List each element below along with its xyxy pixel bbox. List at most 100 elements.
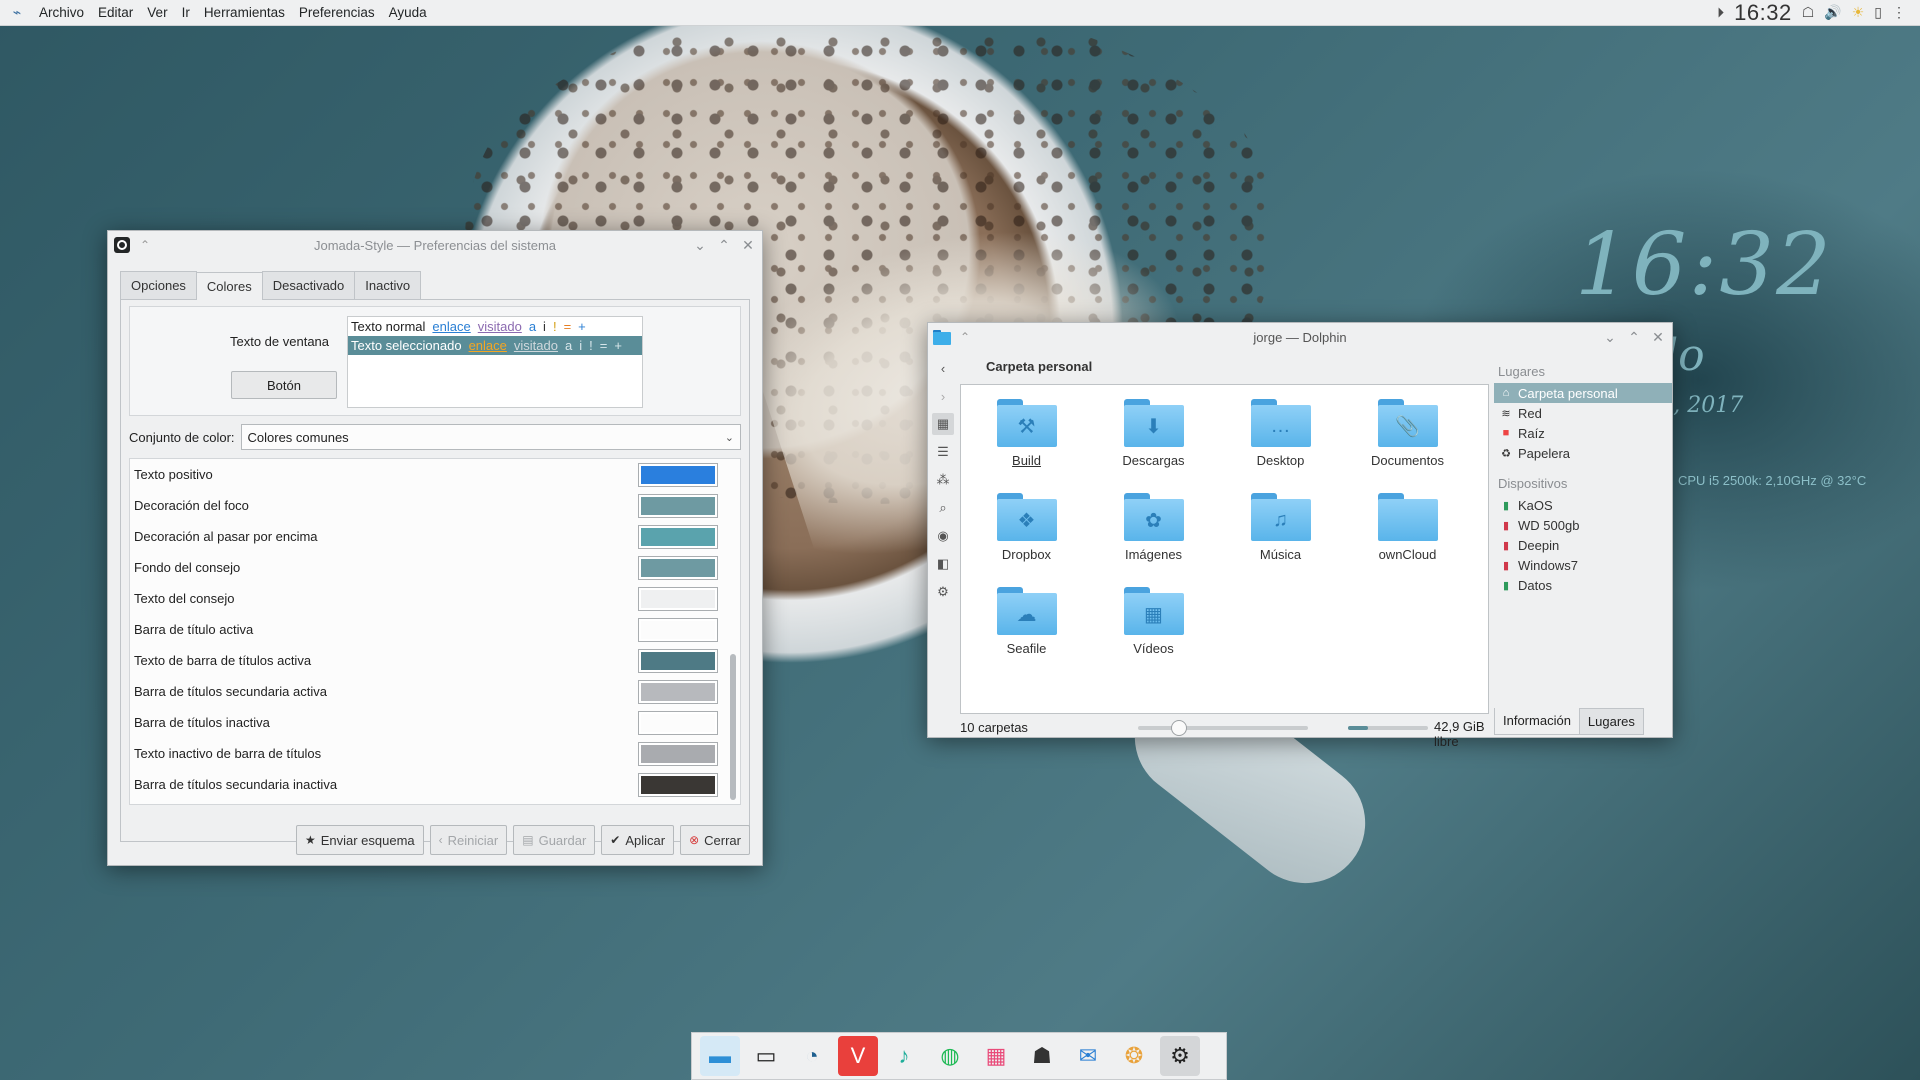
folder-item[interactable]: ⚒ Build <box>963 395 1090 489</box>
color-row-label: Texto del consejo <box>134 591 235 606</box>
folder-icon: ⬇ <box>1123 399 1184 447</box>
dolphin-titlebar[interactable]: ⌃ jorge — Dolphin ⌄ ⌃ ✕ <box>928 323 1672 351</box>
weather-icon[interactable]: ☀ <box>1852 4 1865 21</box>
menu-preferencias[interactable]: Preferencias <box>292 5 382 20</box>
close-button[interactable]: ⊗ Cerrar <box>680 825 750 855</box>
color-swatch-button[interactable] <box>638 524 718 549</box>
color-swatch-button[interactable] <box>638 648 718 673</box>
folder-item[interactable]: 📎 Documentos <box>1344 395 1471 489</box>
folder-item[interactable]: ⬇ Descargas <box>1090 395 1217 489</box>
device-wd500[interactable]: ▮ WD 500gb <box>1494 515 1672 535</box>
folder-item[interactable]: ❖ Dropbox <box>963 489 1090 583</box>
terminal-icon[interactable]: ▭ <box>746 1036 786 1076</box>
color-swatch-button[interactable] <box>638 493 718 518</box>
folder-item[interactable]: ✿ Imágenes <box>1090 489 1217 583</box>
menu-editar[interactable]: Editar <box>91 5 140 20</box>
forward-icon[interactable]: › <box>932 385 954 407</box>
color-swatch-button[interactable] <box>638 586 718 611</box>
maximize-icon[interactable]: ⌃ <box>1626 329 1642 346</box>
color-swatch-button[interactable] <box>638 772 718 797</box>
folder-item[interactable]: ♫ Música <box>1217 489 1344 583</box>
zoom-slider-knob[interactable] <box>1170 720 1187 736</box>
place-trash[interactable]: ♻ Papelera <box>1494 443 1672 463</box>
maximize-icon[interactable]: ⌃ <box>716 237 732 254</box>
back-icon[interactable]: ‹ <box>932 357 954 379</box>
reset-button[interactable]: ‹ Reiniciar <box>429 825 508 855</box>
close-icon[interactable]: ✕ <box>1650 329 1666 346</box>
app-grid-icon[interactable]: ▦ <box>976 1036 1016 1076</box>
panels-icon[interactable]: ◧ <box>932 553 954 575</box>
minimize-icon[interactable]: ⌄ <box>692 237 708 254</box>
volume-icon[interactable]: 🔊 <box>1824 4 1841 21</box>
folder-item[interactable]: … Desktop <box>1217 395 1344 489</box>
color-swatch-button[interactable] <box>638 679 718 704</box>
selected-link-text[interactable]: enlace <box>469 338 507 353</box>
menu-ayuda[interactable]: Ayuda <box>382 5 434 20</box>
folder-item[interactable]: ownCloud <box>1344 489 1471 583</box>
settings-app-icon[interactable] <box>112 235 132 255</box>
minimize-icon[interactable]: ⌄ <box>1602 329 1618 346</box>
color-list-scrollbar[interactable] <box>730 654 736 800</box>
tab-lugares[interactable]: Lugares <box>1578 708 1644 735</box>
split-view-icon[interactable]: ⁂ <box>932 469 954 491</box>
dolphin-app-icon[interactable] <box>932 327 952 347</box>
tab-inactivo[interactable]: Inactivo <box>354 271 422 299</box>
color-swatch-button[interactable] <box>638 617 718 642</box>
play-icon[interactable]: ⏵ <box>1717 4 1724 21</box>
panel-clock[interactable]: 16:32 <box>1734 0 1792 26</box>
details-view-icon[interactable]: ☰ <box>932 441 954 463</box>
color-swatch-button[interactable] <box>638 710 718 735</box>
gear-icon[interactable]: ⚙ <box>932 581 954 603</box>
device-deepin[interactable]: ▮ Deepin <box>1494 535 1672 555</box>
system-settings-icon[interactable]: ⚙ <box>1160 1036 1200 1076</box>
browser-icon[interactable]: ◔ <box>792 1036 832 1076</box>
ghost-icon[interactable]: ☖ <box>1802 4 1815 21</box>
panel-menu-icon[interactable]: ⋮ <box>1892 4 1906 21</box>
folder-item[interactable]: ▦ Vídeos <box>1090 583 1217 677</box>
icons-view-icon[interactable]: ▦ <box>932 413 954 435</box>
device-datos[interactable]: ▮ Datos <box>1494 575 1672 595</box>
octopi-icon[interactable]: ☗ <box>1022 1036 1062 1076</box>
color-swatch-button[interactable] <box>638 462 718 487</box>
tab-desactivado[interactable]: Desactivado <box>261 271 356 299</box>
spotify-icon[interactable]: ◍ <box>930 1036 970 1076</box>
menu-ver[interactable]: Ver <box>140 5 174 20</box>
preview-button[interactable]: Botón <box>231 371 337 399</box>
color-swatch-button[interactable] <box>638 555 718 580</box>
color-swatch-button[interactable] <box>638 741 718 766</box>
visited-text[interactable]: visitado <box>478 319 522 334</box>
menu-archivo[interactable]: Archivo <box>32 5 91 20</box>
place-home[interactable]: ⌂ Carpeta personal <box>1494 383 1672 403</box>
mail-icon[interactable]: ✉ <box>1068 1036 1108 1076</box>
music-player-icon[interactable]: ♪ <box>884 1036 924 1076</box>
folder-item[interactable]: ☁ Seafile <box>963 583 1090 677</box>
keep-above-icon[interactable]: ⌃ <box>136 238 154 252</box>
menu-ir[interactable]: Ir <box>175 5 197 20</box>
place-network[interactable]: ≋ Red <box>1494 403 1672 423</box>
color-picker-icon[interactable]: ❂ <box>1114 1036 1154 1076</box>
zoom-slider[interactable] <box>1138 720 1308 736</box>
tab-informacion[interactable]: Información <box>1494 708 1580 735</box>
send-scheme-button[interactable]: ★ Enviar esquema <box>295 825 424 855</box>
app-launcher-icon[interactable]: ⌁ <box>6 2 28 24</box>
selected-visited-text[interactable]: visitado <box>514 338 558 353</box>
keep-above-icon[interactable]: ⌃ <box>956 330 974 344</box>
place-root[interactable]: ■ Raíz <box>1494 423 1672 443</box>
prefs-titlebar[interactable]: ⌃ Jomada-Style — Preferencias del sistem… <box>108 231 762 259</box>
close-icon[interactable]: ✕ <box>740 237 756 254</box>
preview-icon[interactable]: ◉ <box>932 525 954 547</box>
save-button[interactable]: ▤ Guardar <box>513 825 596 855</box>
device-kaos[interactable]: ▮ KaOS <box>1494 495 1672 515</box>
breadcrumb[interactable]: Carpeta personal <box>986 359 1092 374</box>
device-windows7[interactable]: ▮ Windows7 <box>1494 555 1672 575</box>
tab-opciones[interactable]: Opciones <box>120 271 197 299</box>
menu-herramientas[interactable]: Herramientas <box>197 5 292 20</box>
file-manager-icon[interactable]: ▬ <box>700 1036 740 1076</box>
search-icon[interactable]: ⌕ <box>932 497 954 519</box>
battery-icon[interactable]: ▯ <box>1874 4 1882 21</box>
tab-colores[interactable]: Colores <box>195 272 263 300</box>
apply-button[interactable]: ✔ Aplicar <box>601 825 675 855</box>
vivaldi-icon[interactable]: V <box>838 1036 878 1076</box>
color-scheme-select[interactable]: Colores comunes ⌄ <box>240 424 741 450</box>
link-text[interactable]: enlace <box>432 319 470 334</box>
